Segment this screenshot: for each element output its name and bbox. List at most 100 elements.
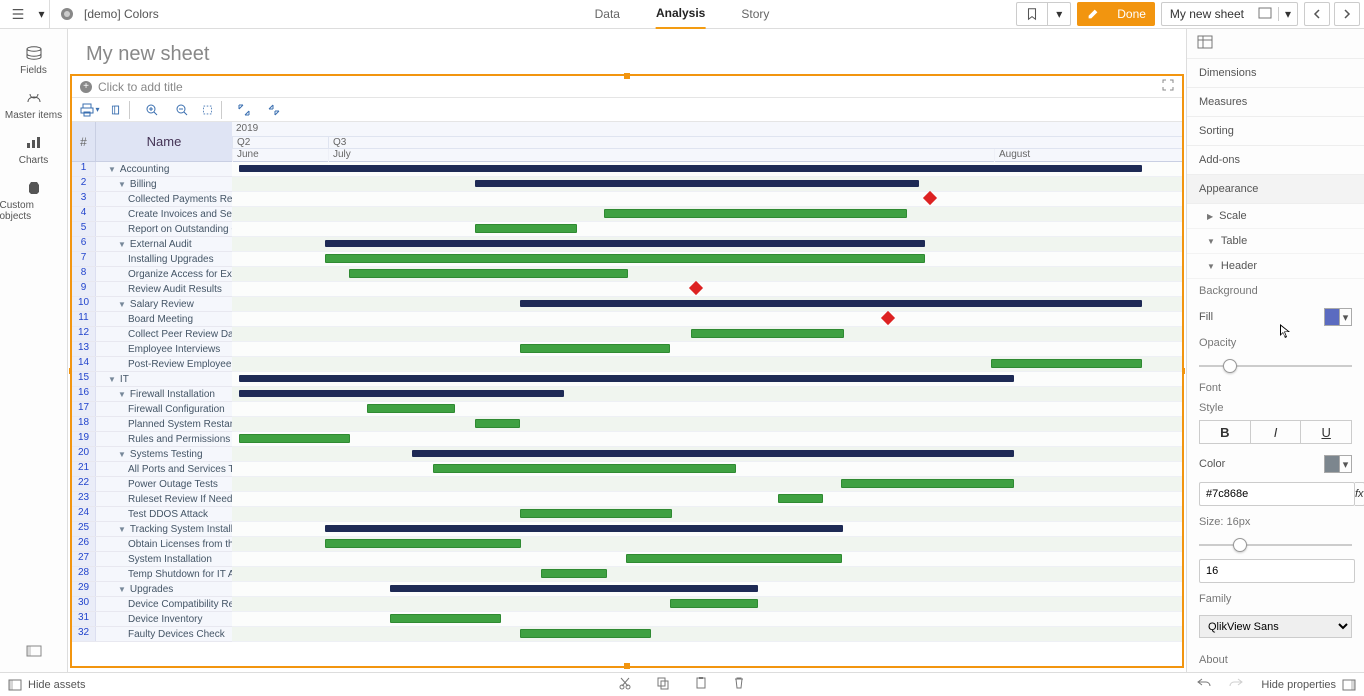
summary-bar[interactable] <box>412 450 1014 457</box>
row-timeline[interactable] <box>232 432 1182 447</box>
expand-button[interactable] <box>234 101 254 119</box>
gantt-row[interactable]: 29▼Upgrades <box>72 582 1182 597</box>
fill-color-picker[interactable]: ▾ <box>1324 308 1352 326</box>
gantt-row[interactable]: 2▼Billing <box>72 177 1182 192</box>
prev-sheet-button[interactable] <box>1304 2 1330 26</box>
task-bar[interactable] <box>349 269 628 278</box>
gantt-row[interactable]: 15▼IT <box>72 372 1182 387</box>
sidebar-custom-objects[interactable]: Custom objects <box>0 172 68 228</box>
gantt-row[interactable]: 12Collect Peer Review Data <box>72 327 1182 342</box>
section-appearance[interactable]: Appearance <box>1187 175 1364 204</box>
row-timeline[interactable] <box>232 177 1182 192</box>
hide-properties-button[interactable]: Hide properties <box>1261 679 1356 691</box>
gantt-row[interactable]: 7Installing Upgrades <box>72 252 1182 267</box>
summary-bar[interactable] <box>475 180 919 187</box>
save-button[interactable] <box>110 101 130 119</box>
gantt-row[interactable]: 30Device Compatibility Review <box>72 597 1182 612</box>
sub-header[interactable]: ▼Header <box>1187 254 1364 279</box>
sub-scale[interactable]: ▶Scale <box>1187 204 1364 229</box>
size-slider[interactable] <box>1199 538 1352 551</box>
task-bar[interactable] <box>991 359 1142 368</box>
color-fx-button[interactable]: fx <box>1355 482 1364 506</box>
expand-caret[interactable]: ▼ <box>118 525 126 534</box>
bold-button[interactable]: B <box>1199 420 1251 444</box>
task-bar[interactable] <box>520 344 670 353</box>
menu-button[interactable] <box>4 0 32 29</box>
gantt-row[interactable]: 17Firewall Configuration <box>72 402 1182 417</box>
row-timeline[interactable] <box>232 402 1182 417</box>
gantt-row[interactable]: 10▼Salary Review <box>72 297 1182 312</box>
task-bar[interactable] <box>670 599 758 608</box>
row-timeline[interactable] <box>232 567 1182 582</box>
done-edit-icon[interactable] <box>1077 2 1109 26</box>
sheet-title[interactable]: My new sheet <box>68 29 1186 74</box>
row-timeline[interactable] <box>232 522 1182 537</box>
properties-panel[interactable]: Dimensions Measures Sorting Add-ons Appe… <box>1186 29 1364 672</box>
gantt-row[interactable]: 20▼Systems Testing <box>72 447 1182 462</box>
gantt-row[interactable]: 22Power Outage Tests <box>72 477 1182 492</box>
gantt-body[interactable]: 1▼Accounting2▼Billing3Collected Payments… <box>72 162 1182 666</box>
gantt-row[interactable]: 19Rules and Permissions Adjustment <box>72 432 1182 447</box>
section-measures[interactable]: Measures <box>1187 88 1364 117</box>
task-bar[interactable] <box>367 404 455 413</box>
task-bar[interactable] <box>691 329 844 338</box>
sheet-selector[interactable]: My new sheet ▾ <box>1161 2 1298 26</box>
gantt-row[interactable]: 5Report on Outstanding Collections <box>72 222 1182 237</box>
task-bar[interactable] <box>541 569 607 578</box>
tab-story[interactable]: Story <box>741 0 769 29</box>
row-timeline[interactable] <box>232 462 1182 477</box>
task-bar[interactable] <box>626 554 842 563</box>
task-bar[interactable] <box>604 209 907 218</box>
row-timeline[interactable] <box>232 342 1182 357</box>
row-timeline[interactable] <box>232 537 1182 552</box>
summary-bar[interactable] <box>520 300 1142 307</box>
task-bar[interactable] <box>325 254 925 263</box>
row-timeline[interactable] <box>232 267 1182 282</box>
summary-bar[interactable] <box>325 240 925 247</box>
gantt-row[interactable]: 13Employee Interviews <box>72 342 1182 357</box>
expand-caret[interactable]: ▼ <box>118 180 126 189</box>
row-timeline[interactable] <box>232 492 1182 507</box>
task-bar[interactable] <box>520 509 672 518</box>
sidebar-charts[interactable]: Charts <box>0 127 68 172</box>
row-timeline[interactable] <box>232 282 1182 297</box>
task-bar[interactable] <box>475 419 520 428</box>
gantt-row[interactable]: 16▼Firewall Installation <box>72 387 1182 402</box>
gantt-row[interactable]: 6▼External Audit <box>72 237 1182 252</box>
gantt-row[interactable]: 24Test DDOS Attack <box>72 507 1182 522</box>
bookmark-caret[interactable]: ▾ <box>1048 2 1071 26</box>
gantt-row[interactable]: 23Ruleset Review If Needed <box>72 492 1182 507</box>
gantt-row[interactable]: 14Post-Review Employee Information <box>72 357 1182 372</box>
row-timeline[interactable] <box>232 582 1182 597</box>
expand-caret[interactable]: ▼ <box>118 450 126 459</box>
menu-caret[interactable]: ▾ <box>34 0 50 29</box>
row-timeline[interactable] <box>232 252 1182 267</box>
expand-caret[interactable]: ▼ <box>108 375 116 384</box>
row-timeline[interactable] <box>232 597 1182 612</box>
done-button[interactable]: Done <box>1109 2 1155 26</box>
expand-caret[interactable]: ▼ <box>118 300 126 309</box>
gantt-row[interactable]: 1▼Accounting <box>72 162 1182 177</box>
row-timeline[interactable] <box>232 357 1182 372</box>
row-timeline[interactable] <box>232 477 1182 492</box>
size-input[interactable] <box>1199 559 1355 583</box>
summary-bar[interactable] <box>390 585 758 592</box>
task-bar[interactable] <box>475 224 577 233</box>
row-timeline[interactable] <box>232 327 1182 342</box>
paste-button[interactable] <box>694 676 708 693</box>
font-color-picker[interactable]: ▾ <box>1324 455 1352 473</box>
row-timeline[interactable] <box>232 552 1182 567</box>
row-timeline[interactable] <box>232 507 1182 522</box>
sheet-selector-caret[interactable]: ▾ <box>1278 7 1297 21</box>
chart-title-placeholder[interactable]: Click to add title <box>98 80 183 94</box>
next-sheet-button[interactable] <box>1334 2 1360 26</box>
chart-object[interactable]: + Click to add title ▾ # Name 2019 <box>70 74 1184 668</box>
tab-data[interactable]: Data <box>595 0 620 29</box>
section-sorting[interactable]: Sorting <box>1187 117 1364 146</box>
row-timeline[interactable] <box>232 207 1182 222</box>
gantt-row[interactable]: 32Faulty Devices Check <box>72 627 1182 642</box>
tab-analysis[interactable]: Analysis <box>656 0 705 29</box>
gantt-row[interactable]: 8Organize Access for External Auditors <box>72 267 1182 282</box>
expand-caret[interactable]: ▼ <box>118 390 126 399</box>
summary-bar[interactable] <box>239 165 1142 172</box>
